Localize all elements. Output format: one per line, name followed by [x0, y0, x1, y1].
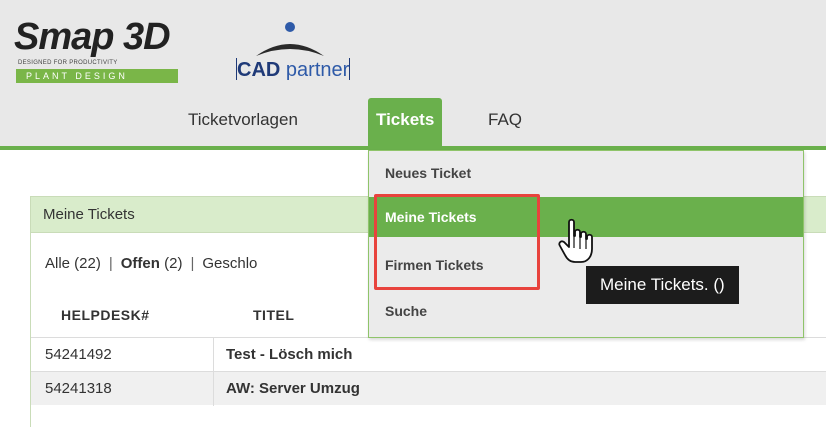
tooltip: Meine Tickets. (): [586, 266, 739, 304]
cell-divider: [213, 372, 214, 406]
nav-ticketvorlagen[interactable]: Ticketvorlagen: [188, 98, 298, 146]
filter-closed[interactable]: Geschlo: [202, 255, 257, 272]
cell-divider: [213, 338, 214, 372]
hand-pointer-icon: [558, 218, 593, 263]
ticket-id: 54241492: [45, 346, 112, 363]
filter-open-label: Offen: [120, 255, 160, 272]
column-header-helpdesk[interactable]: HELPDESK#: [61, 295, 150, 335]
smap3d-logo-tagline: DESIGNED FOR PRODUCTIVITY: [18, 60, 118, 66]
table-row[interactable]: 54241318 AW: Server Umzug: [31, 371, 826, 406]
cad-partner-logo[interactable]: CAD partner: [228, 18, 378, 92]
filter-open-count: (2): [159, 255, 183, 272]
ticket-id: 54241318: [45, 380, 112, 397]
filter-separator: |: [108, 255, 113, 272]
smap3d-logo-bar: PLANT DESIGN: [16, 69, 178, 83]
filter-open[interactable]: Offen (2): [121, 255, 183, 272]
cad-partner-wordmark: CAD partner: [236, 58, 351, 82]
filter-all[interactable]: Alle (22): [45, 255, 101, 272]
site-header: Smap 3D DESIGNED FOR PRODUCTIVITY PLANT …: [0, 0, 826, 148]
cad-partner-emblem-icon: [256, 22, 324, 56]
nav-tickets[interactable]: Tickets: [368, 98, 443, 146]
column-header-title[interactable]: TITEL: [253, 295, 294, 335]
smap3d-logo-title: Smap 3D: [14, 16, 171, 58]
cad-partner-bold: CAD: [237, 59, 281, 81]
menu-item-new-ticket[interactable]: Neues Ticket: [369, 153, 803, 193]
filter-separator: |: [190, 255, 195, 272]
smap3d-logo[interactable]: Smap 3D DESIGNED FOR PRODUCTIVITY PLANT …: [14, 18, 186, 92]
ticket-filters: Alle (22) | Offen (2) | Geschlo: [45, 255, 257, 272]
nav-faq[interactable]: FAQ: [488, 98, 522, 146]
cad-partner-light: partner: [285, 59, 350, 81]
table-row[interactable]: 54241492 Test - Lösch mich: [31, 337, 826, 372]
ticket-title[interactable]: Test - Lösch mich: [226, 338, 352, 372]
ticket-title[interactable]: AW: Server Umzug: [226, 372, 360, 406]
